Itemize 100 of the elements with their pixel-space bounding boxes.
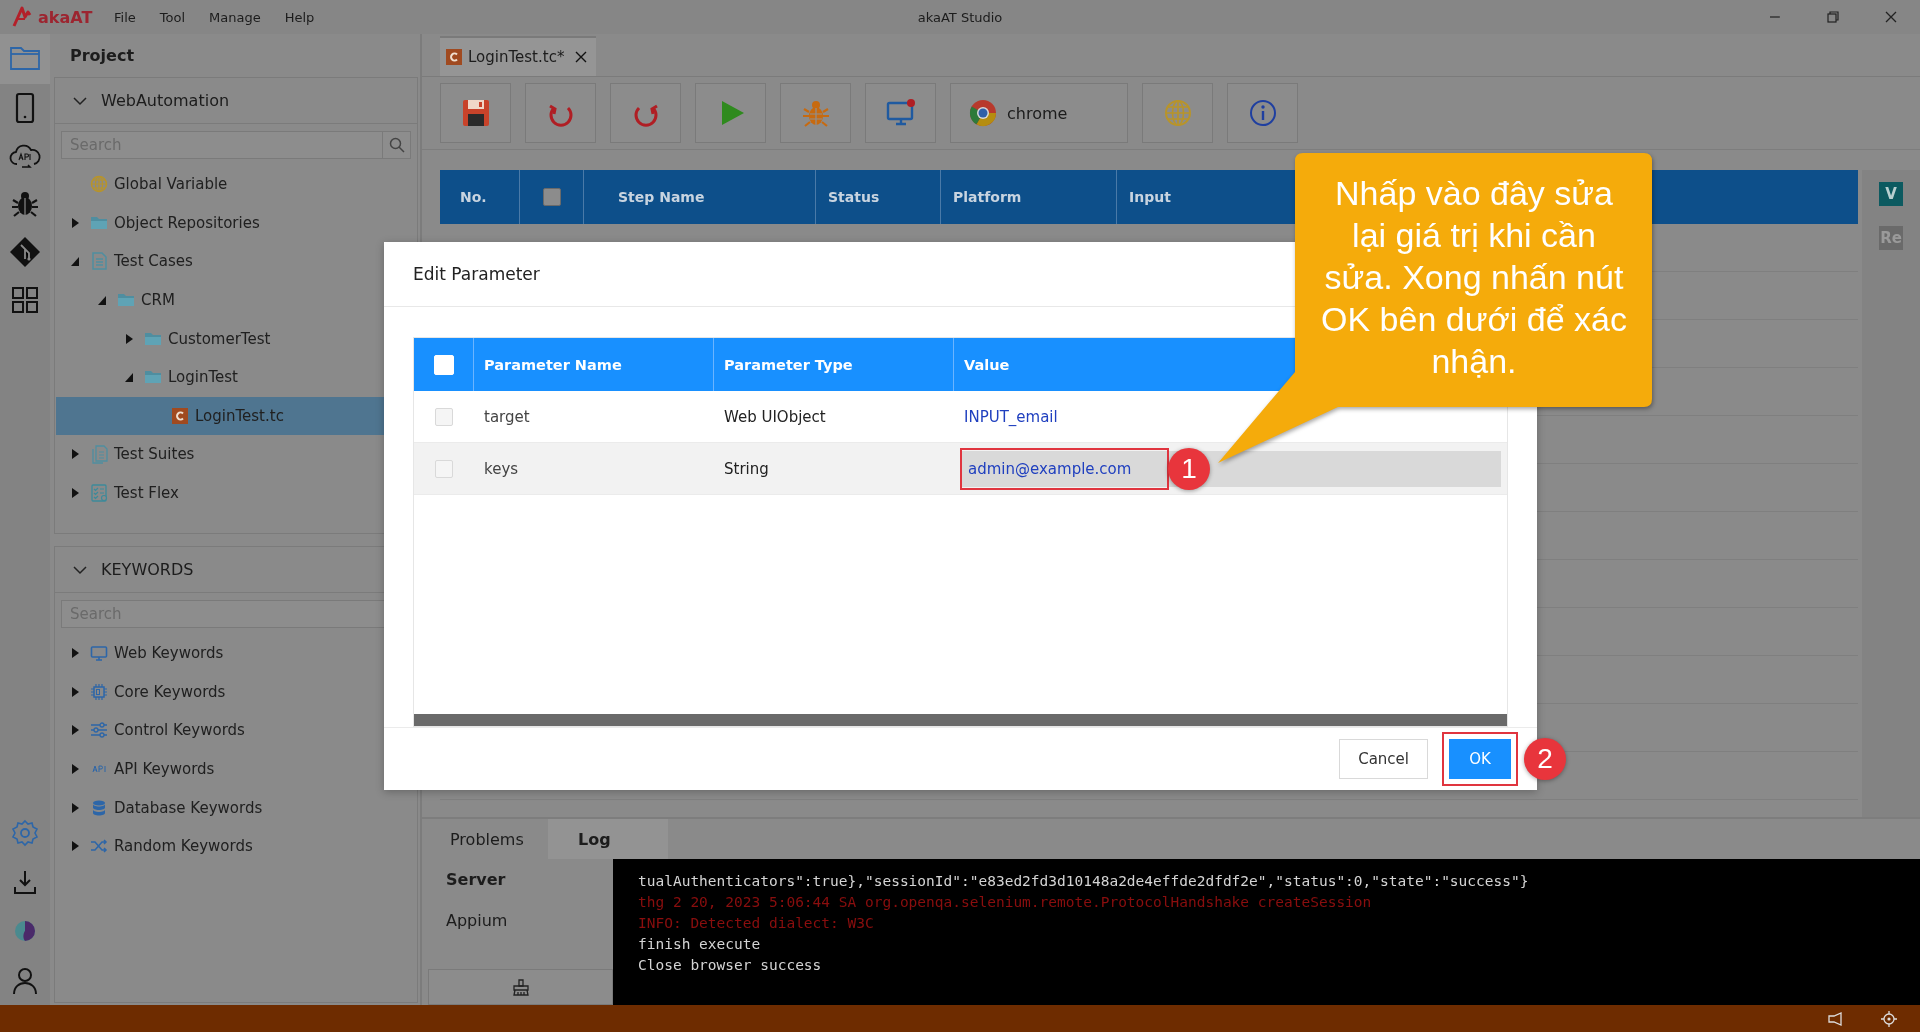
- tree-label: CRM: [141, 291, 175, 310]
- server-item[interactable]: Server: [428, 859, 613, 900]
- caret-right-icon[interactable]: [70, 763, 80, 776]
- logo-icon: [12, 6, 34, 28]
- tree-item[interactable]: LoginTest: [56, 357, 416, 397]
- menu-item[interactable]: File: [102, 9, 148, 25]
- tree-label: Database Keywords: [114, 798, 263, 817]
- panel-tab[interactable]: Log: [548, 819, 668, 859]
- chevron-down-icon: [73, 95, 87, 106]
- keyword-group[interactable]: Web Keywords: [56, 634, 416, 673]
- chip-icon: [90, 682, 108, 701]
- ok-button[interactable]: OK: [1449, 739, 1511, 779]
- keyword-group[interactable]: Database Keywords: [56, 788, 416, 827]
- notification-icon: [1826, 1009, 1844, 1028]
- tree-item[interactable]: CustomerTest: [56, 319, 416, 358]
- window-title: akaAT Studio: [917, 9, 1003, 25]
- step-marker: 1: [1168, 447, 1210, 490]
- column-header: Status: [828, 189, 880, 205]
- caret-right-icon[interactable]: [70, 647, 80, 660]
- keyword-group[interactable]: API Keywords: [56, 749, 416, 789]
- tree-label: Test Suites: [114, 445, 195, 464]
- section-title: KEYWORDS: [101, 560, 194, 579]
- column-header: Parameter Type: [724, 356, 853, 373]
- caret-down-icon[interactable]: [124, 371, 134, 384]
- keyword-group[interactable]: Core Keywords: [56, 672, 416, 712]
- column-header: Value: [964, 356, 1010, 373]
- target-icon: [1880, 1009, 1898, 1028]
- c-file-icon: [171, 405, 189, 426]
- editor-tab[interactable]: LoginTest.tc*: [440, 36, 597, 76]
- scrollbar[interactable]: [414, 714, 1507, 726]
- menu-item[interactable]: Manage: [197, 9, 273, 25]
- caret-right-icon[interactable]: [70, 216, 80, 229]
- tree-label: Global Variable: [114, 175, 228, 194]
- monitor-icon: [90, 644, 108, 663]
- caret-right-icon[interactable]: [70, 801, 80, 814]
- caret-down-icon[interactable]: [70, 255, 80, 268]
- globe-icon: [90, 174, 108, 195]
- c-file-icon: [446, 49, 462, 65]
- tree-item[interactable]: Object Repositories: [56, 203, 416, 243]
- column-header: No.: [460, 189, 487, 205]
- log-line: INFO: Detected dialect: W3C: [638, 914, 875, 933]
- tree-item[interactable]: Global Variable: [56, 165, 416, 204]
- restore-icon: [1826, 10, 1840, 24]
- tree-label: Core Keywords: [114, 682, 226, 701]
- column-header: Parameter Name: [484, 356, 622, 373]
- keyword-group[interactable]: Random Keywords: [56, 826, 416, 866]
- search-button[interactable]: [383, 131, 411, 159]
- panel-tab[interactable]: Problems: [428, 819, 548, 859]
- app-logo-text: akaAT: [38, 7, 93, 27]
- input-field[interactable]: admin@example.com 1: [960, 450, 1501, 487]
- caret-right-icon[interactable]: [124, 332, 134, 345]
- checklist-icon: [90, 483, 108, 504]
- table-cell: INPUT_email: [964, 407, 1058, 426]
- tree-label: Random Keywords: [114, 837, 253, 856]
- caret-right-icon[interactable]: [70, 840, 80, 853]
- diamond-branch-icon: [8, 235, 42, 269]
- menu-item[interactable]: Tool: [147, 9, 198, 25]
- step-marker: 2: [1524, 738, 1566, 780]
- tab-label: LoginTest.tc*: [468, 48, 565, 66]
- keyword-group[interactable]: Control Keywords: [56, 711, 416, 750]
- tree-label: Object Repositories: [114, 213, 260, 232]
- tree-label: CustomerTest: [168, 329, 271, 348]
- tree-label: Control Keywords: [114, 721, 245, 740]
- column-header: Input: [1129, 189, 1171, 205]
- save-button[interactable]: [440, 83, 511, 143]
- tree-item[interactable]: Test Flex: [56, 473, 416, 513]
- column-header: Platform: [953, 189, 1022, 205]
- caret-right-icon[interactable]: [70, 487, 80, 500]
- documents-icon: [90, 444, 108, 465]
- cancel-button[interactable]: Cancel: [1339, 739, 1428, 779]
- document-icon: [90, 251, 108, 272]
- close-icon: [1884, 10, 1898, 24]
- server-item[interactable]: Appium: [428, 900, 613, 941]
- tree-label: LoginTest: [168, 368, 238, 387]
- tree-label: Web Keywords: [114, 644, 224, 663]
- table-cell: String: [724, 459, 769, 478]
- field-value: admin@example.com: [968, 459, 1132, 478]
- tree-label: Test Cases: [114, 252, 193, 271]
- section-header[interactable]: WebAutomation: [55, 78, 417, 124]
- table-cell: keys: [484, 459, 519, 478]
- sliders-icon: [90, 721, 108, 740]
- side-tab[interactable]: V: [1879, 182, 1903, 206]
- caret-right-icon[interactable]: [70, 724, 80, 737]
- menu-item[interactable]: Help: [272, 9, 327, 25]
- tree-label: LoginTest.tc: [195, 406, 284, 425]
- info-button[interactable]: [1227, 83, 1298, 143]
- close-icon: [574, 50, 589, 64]
- browser-selector[interactable]: chrome: [950, 83, 1128, 143]
- caret-down-icon[interactable]: [97, 294, 107, 307]
- api-badge-icon: [92, 764, 106, 775]
- column-header: Step Name: [618, 189, 705, 205]
- clear-button[interactable]: [428, 969, 613, 1005]
- caret-right-icon[interactable]: [70, 685, 80, 698]
- tree-label: Test Flex: [114, 484, 179, 503]
- checkbox[interactable]: [542, 188, 561, 206]
- section-title: WebAutomation: [101, 91, 230, 110]
- caret-right-icon[interactable]: [70, 448, 80, 461]
- table-cell: target: [484, 407, 530, 426]
- log-line: thg 2 20, 2023 5:06:44 SA org.openqa.selenium.remote.ProtocolHandshake createSession: [638, 893, 1373, 912]
- tree-item[interactable]: Test Suites: [56, 435, 416, 474]
